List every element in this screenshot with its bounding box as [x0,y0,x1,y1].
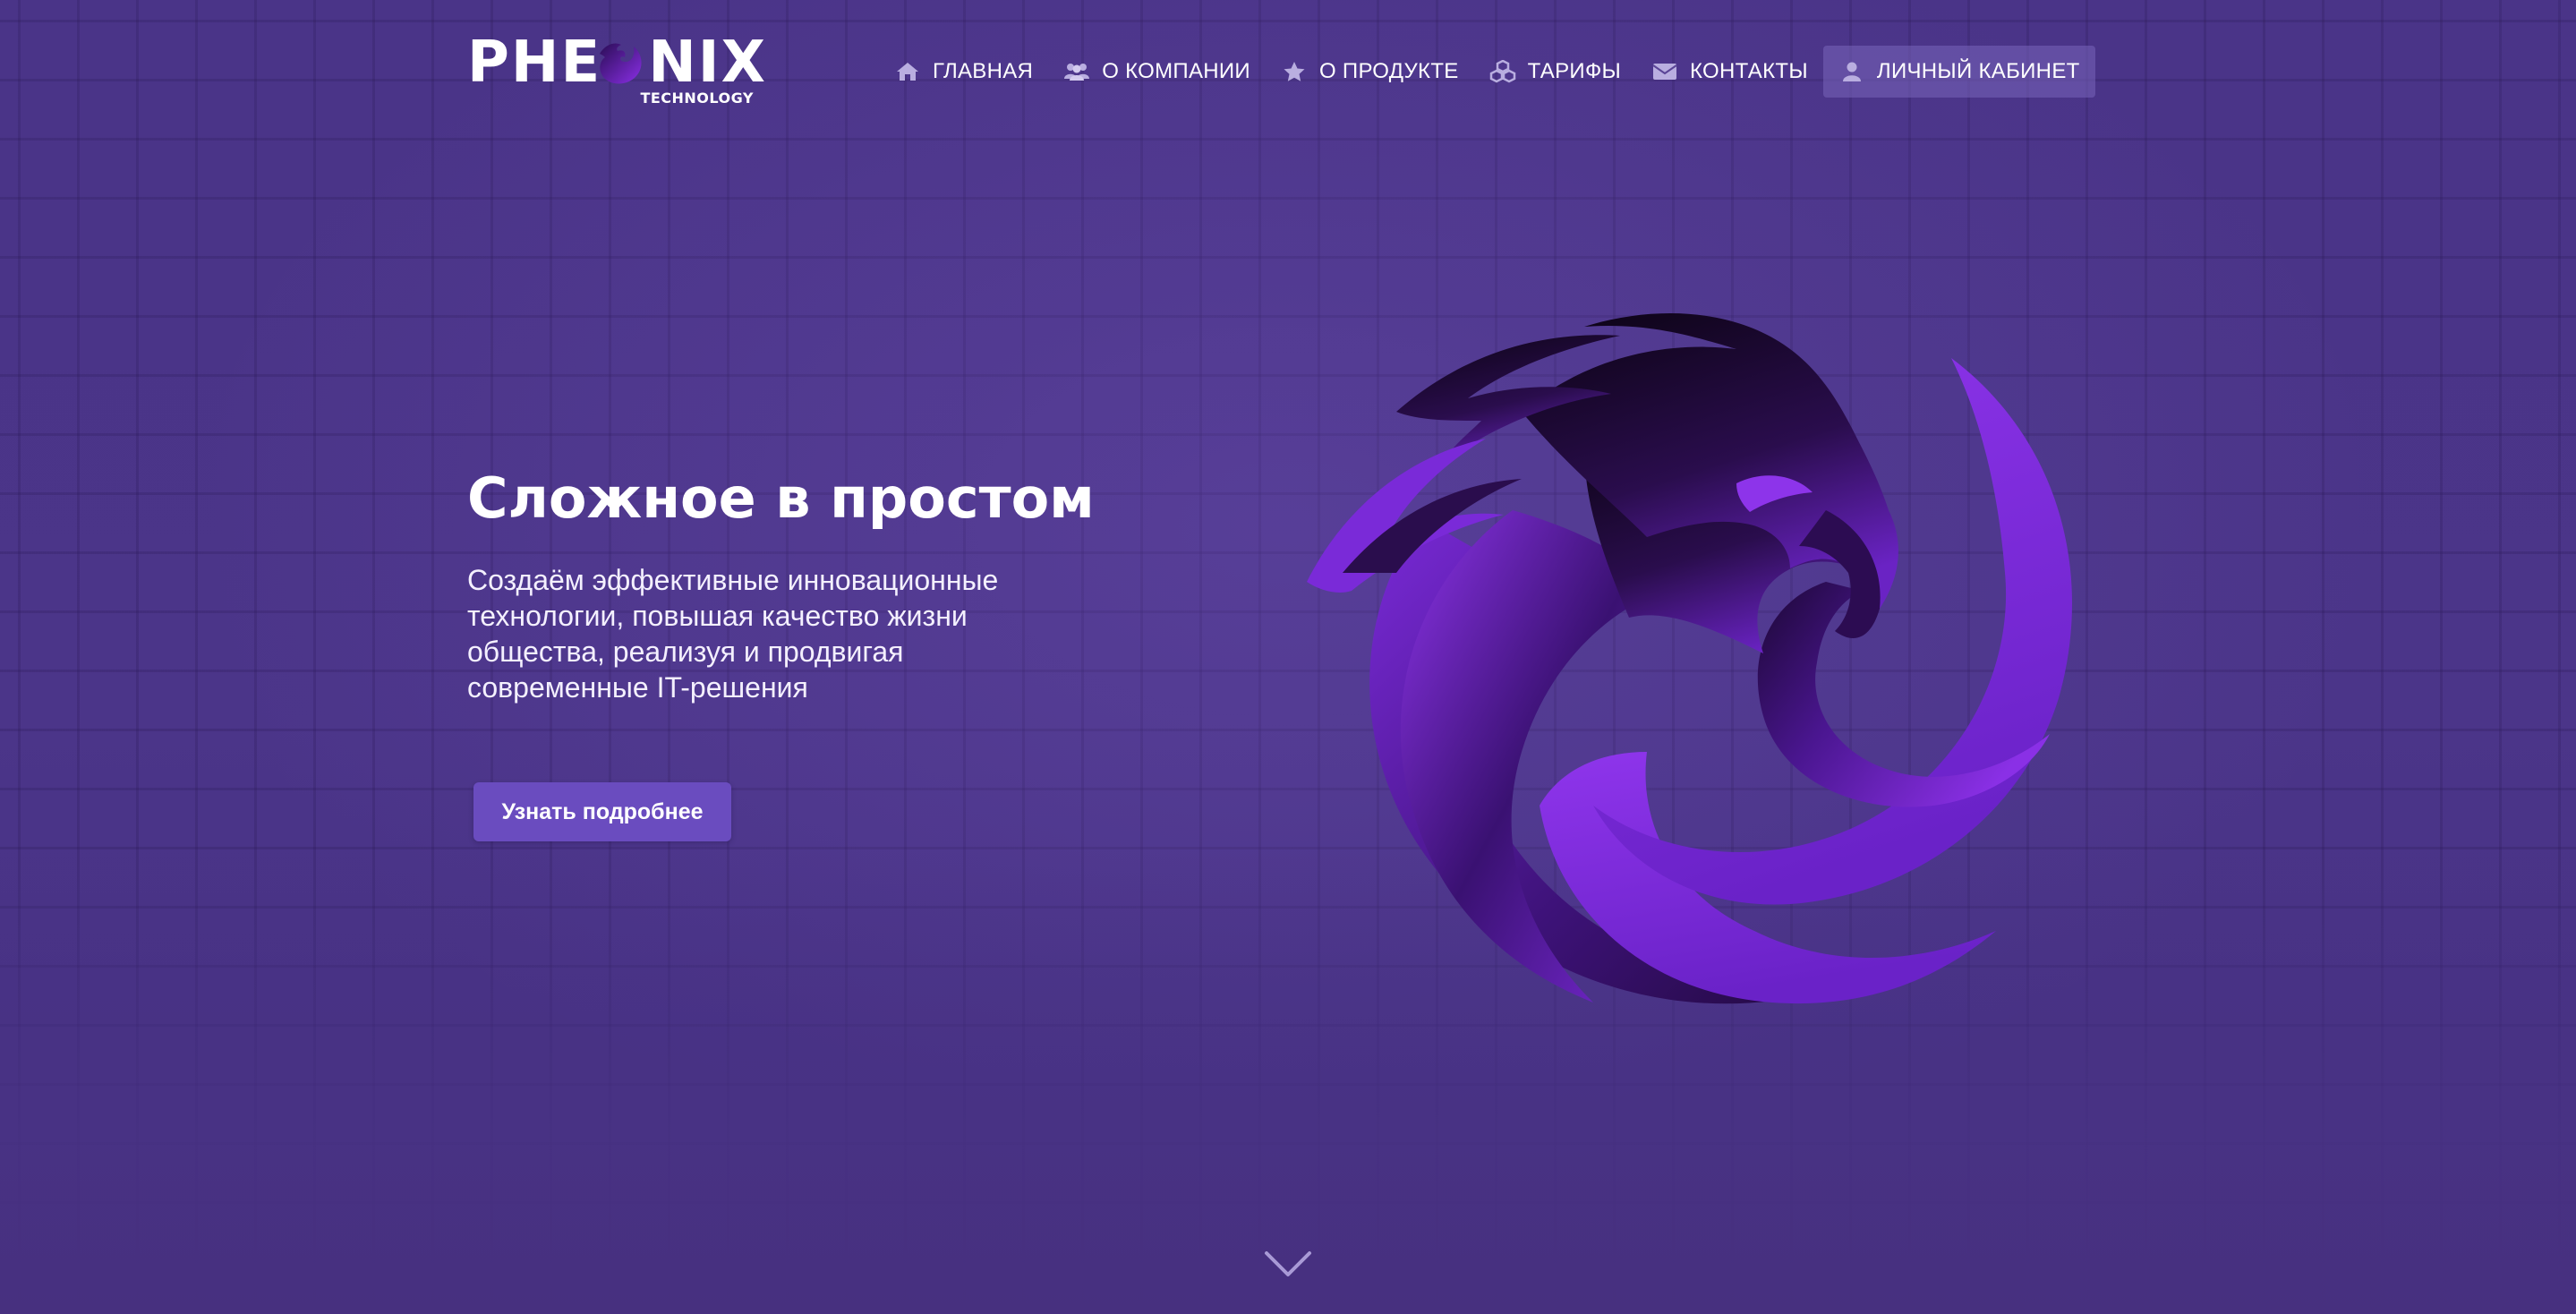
nav-item-account[interactable]: ЛИЧНЫЙ КАБИНЕТ [1822,46,2095,98]
nav-item-label: О КОМПАНИИ [1102,59,1250,83]
nav-item-label: ЛИЧНЫЙ КАБИНЕТ [1876,59,2080,83]
nav-item-home[interactable]: ГЛАВНАЯ [879,46,1048,98]
landing-page: PHE NIX TECHNOLOGY ГЛАВНАЯ О КОМПАНИИ О … [0,0,2576,1314]
nav-item-label: ТАРИФЫ [1527,59,1622,83]
phoenix-logo-icon [600,43,642,84]
learn-more-button[interactable]: Узнать подробнее [473,782,731,841]
brand-subtitle: TECHNOLOGY [640,90,754,107]
nav-item-label: ГЛАВНАЯ [933,59,1034,83]
brand-name-left: PHE [467,30,602,96]
star-icon [1281,60,1308,83]
hero-title: Сложное в простом [467,465,1095,531]
nav-item-label: О ПРОДУКТЕ [1318,59,1459,83]
chevron-down-icon[interactable] [1263,1248,1313,1280]
nav-item-tariffs[interactable]: ТАРИФЫ [1474,46,1636,98]
envelope-icon [1651,60,1678,83]
home-icon [894,60,921,83]
user-icon [1838,60,1865,83]
nav-item-product[interactable]: О ПРОДУКТЕ [1266,46,1474,98]
users-icon [1063,60,1090,83]
nav-item-label: КОНТАКТЫ [1690,59,1808,83]
nav-item-company[interactable]: О КОМПАНИИ [1048,46,1266,98]
hero-description: Создаём эффективные инновационные технол… [467,564,999,704]
phoenix-icon [1307,313,2072,1004]
brand-name-right: NIX [648,30,767,96]
brand-logo[interactable]: PHE NIX TECHNOLOGY [467,34,765,109]
main-nav: ГЛАВНАЯ О КОМПАНИИ О ПРОДУКТЕ ТАРИФЫ КОН… [879,46,2095,98]
cubes-icon [1489,60,1516,83]
nav-item-contacts[interactable]: КОНТАКТЫ [1636,46,1823,98]
